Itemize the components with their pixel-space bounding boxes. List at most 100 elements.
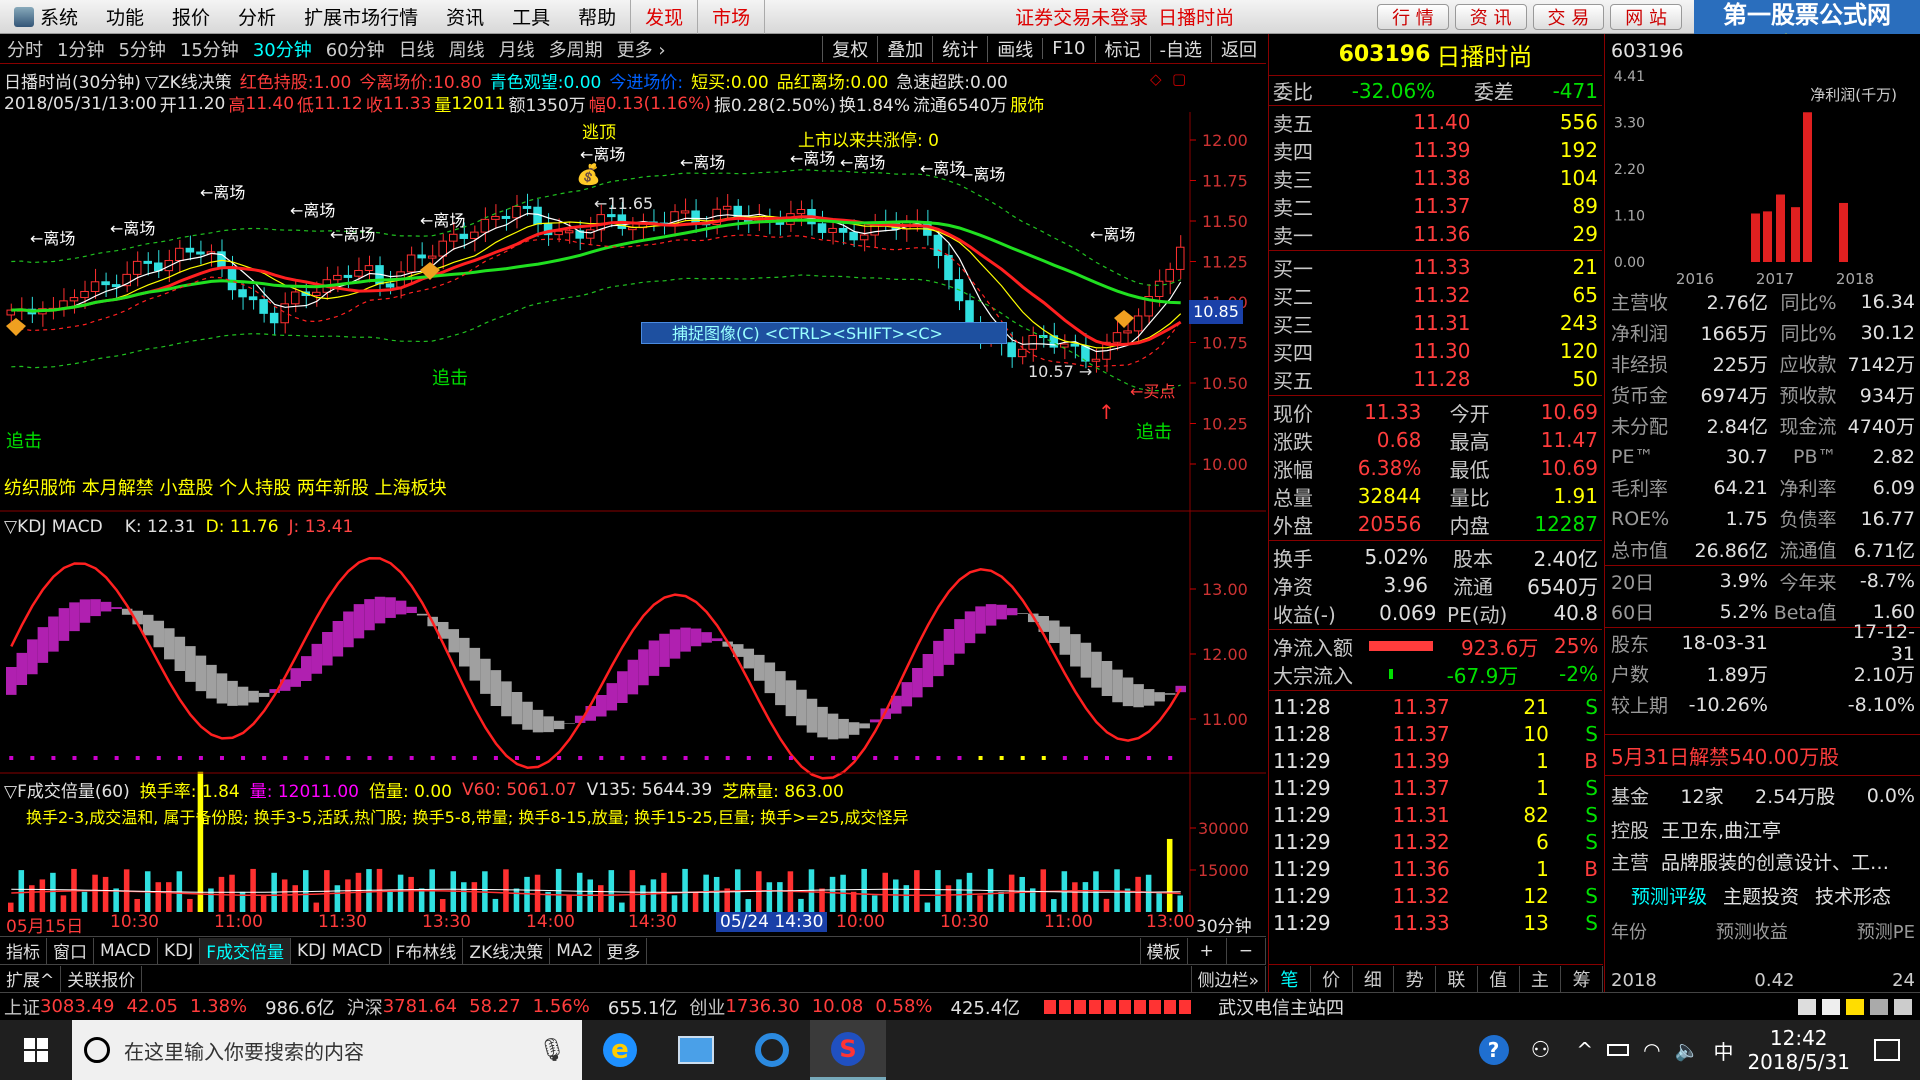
extend-toggle[interactable]: 扩展^: [0, 965, 62, 992]
menu-function[interactable]: 功能: [92, 0, 158, 34]
taskbar-ie[interactable]: e: [582, 1020, 658, 1080]
window-toggle-icon[interactable]: ▢: [1172, 70, 1186, 88]
menu-discover[interactable]: 发现: [630, 0, 697, 34]
tool-overlay[interactable]: 叠加: [877, 35, 932, 62]
microphone-icon[interactable]: 🎙: [538, 1038, 566, 1063]
top-btn-news[interactable]: 资 讯: [1454, 3, 1527, 30]
tool-fuquan[interactable]: 复权: [822, 35, 877, 62]
kdj-title[interactable]: ▽KDJ MACD: [4, 517, 103, 537]
quote-tab[interactable]: 势: [1394, 965, 1436, 992]
tray-icon-5[interactable]: [1894, 998, 1912, 1015]
tick-list[interactable]: 11:28 11.37 21 S 11:28 11.37 10 S 11:29 11.39 1 B 11…: [1269, 691, 1602, 938]
tool-watchlist[interactable]: -自选: [1149, 35, 1212, 62]
tab-indicator[interactable]: 指标: [0, 937, 47, 964]
cy-index[interactable]: 1736.30: [725, 996, 799, 1017]
period-week[interactable]: 周线: [442, 36, 492, 62]
tool-stats[interactable]: 统计: [932, 35, 987, 62]
period-day[interactable]: 日线: [392, 36, 442, 62]
server-station[interactable]: 武汉电信主站四: [1218, 994, 1344, 1020]
unlock-notice[interactable]: 5月31日解禁540.00万股: [1605, 734, 1920, 776]
order-level-row[interactable]: 买一 11.33 21: [1269, 253, 1602, 281]
battery-icon[interactable]: [1607, 1044, 1630, 1056]
period-month[interactable]: 月线: [492, 36, 542, 62]
tray-icon-3[interactable]: [1846, 998, 1864, 1015]
quote-tab[interactable]: 细: [1353, 965, 1395, 992]
tray-icon-1[interactable]: [1798, 998, 1816, 1015]
quote-tab[interactable]: 价: [1311, 965, 1353, 992]
period-15min[interactable]: 15分钟: [173, 36, 246, 62]
taskbar-explorer[interactable]: [658, 1020, 734, 1080]
tab-macd[interactable]: MACD: [94, 937, 158, 964]
notification-icon[interactable]: [1874, 1039, 1900, 1061]
tab-ma2[interactable]: MA2: [550, 937, 601, 964]
order-level-row[interactable]: 买二 11.32 65: [1269, 281, 1602, 309]
period-5min[interactable]: 5分钟: [111, 36, 172, 62]
quote-tab[interactable]: 联: [1436, 965, 1478, 992]
tab-f-volume[interactable]: F成交倍量: [200, 937, 292, 964]
order-level-row[interactable]: 卖三 11.38 104: [1269, 164, 1602, 192]
diamond-icon[interactable]: ◇: [1150, 70, 1162, 88]
flow-row[interactable]: 净流入额 923.6万 25%: [1269, 632, 1602, 660]
taskbar-clock[interactable]: 12:42 2018/5/31: [1747, 1026, 1850, 1074]
quote-tab[interactable]: 主: [1520, 965, 1562, 992]
sh-index[interactable]: 3083.49: [40, 996, 114, 1017]
tool-mark[interactable]: 标记: [1094, 35, 1150, 62]
taskbar-search[interactable]: 在这里输入你要搜索的内容 🎙: [72, 1020, 582, 1080]
start-button[interactable]: [0, 1020, 72, 1080]
tray-chevron-icon[interactable]: ^: [1576, 1038, 1593, 1062]
tool-f10[interactable]: F10: [1042, 38, 1094, 59]
top-btn-trade[interactable]: 交 易: [1532, 3, 1605, 30]
tab-kdj-macd[interactable]: KDJ MACD: [291, 937, 390, 964]
menu-tools[interactable]: 工具: [498, 0, 564, 34]
tray-icon-4[interactable]: [1870, 998, 1888, 1015]
zoom-in-button[interactable]: +: [1188, 937, 1227, 964]
tab-kdj[interactable]: KDJ: [158, 937, 201, 964]
quote-tab[interactable]: 笔: [1269, 965, 1311, 992]
chart-indicator-name[interactable]: ▽ZK线决策: [145, 68, 232, 93]
period-more[interactable]: 更多 ›: [610, 36, 673, 62]
menu-market[interactable]: 市场: [697, 0, 766, 34]
period-multi[interactable]: 多周期: [542, 36, 610, 62]
period-fenshi[interactable]: 分时: [0, 36, 50, 62]
volume-title[interactable]: ▽F成交倍量(60): [4, 777, 130, 802]
taskbar-stock-app[interactable]: S: [810, 1020, 886, 1080]
period-30min[interactable]: 30分钟: [246, 36, 319, 62]
volume-icon[interactable]: 🔈: [1675, 1038, 1700, 1062]
order-level-row[interactable]: 买四 11.30 120: [1269, 337, 1602, 365]
order-level-row[interactable]: 买三 11.31 243: [1269, 309, 1602, 337]
hs-index[interactable]: 3781.64: [383, 996, 457, 1017]
order-level-row[interactable]: 卖二 11.37 89: [1269, 192, 1602, 220]
sidebar-toggle[interactable]: 侧边栏»: [1190, 965, 1266, 992]
people-icon[interactable]: ⚇: [1531, 1038, 1551, 1063]
order-level-row[interactable]: 买五 11.28 50: [1269, 365, 1602, 393]
menu-system[interactable]: 系统: [0, 0, 92, 34]
quote-tab[interactable]: 值: [1478, 965, 1520, 992]
order-level-row[interactable]: 卖一 11.36 29: [1269, 220, 1602, 248]
link-forecast-rating[interactable]: 预测评级: [1631, 882, 1707, 909]
menu-analysis[interactable]: 分析: [224, 0, 290, 34]
menu-quote[interactable]: 报价: [158, 0, 224, 34]
wifi-icon[interactable]: ◠: [1643, 1038, 1660, 1062]
template-button[interactable]: 模板: [1139, 937, 1188, 964]
top-btn-quote[interactable]: 行 情: [1377, 3, 1449, 30]
tab-window[interactable]: 窗口: [47, 937, 94, 964]
related-quotes-tab[interactable]: 关联报价: [61, 965, 143, 992]
menu-ext-market[interactable]: 扩展市场行情: [290, 0, 432, 34]
top-btn-web[interactable]: 网 站: [1610, 3, 1682, 30]
menu-help[interactable]: 帮助: [564, 0, 630, 34]
tray-icon-2[interactable]: [1822, 998, 1840, 1015]
tab-f-boll[interactable]: F布林线: [390, 937, 464, 964]
order-level-row[interactable]: 卖五 11.40 556: [1269, 108, 1602, 136]
order-level-row[interactable]: 卖四 11.39 192: [1269, 136, 1602, 164]
capture-image-tooltip[interactable]: 捕捉图像(C) <CTRL><SHIFT><C>: [641, 322, 1007, 344]
zoom-out-button[interactable]: −: [1227, 937, 1266, 964]
menu-news[interactable]: 资讯: [432, 0, 498, 34]
flow-row[interactable]: 大宗流入 -67.9万 -2%: [1269, 660, 1602, 688]
tab-zk-decision[interactable]: ZK线决策: [463, 937, 551, 964]
tool-draw[interactable]: 画线: [987, 35, 1042, 62]
period-60min[interactable]: 60分钟: [319, 36, 392, 62]
period-1min[interactable]: 1分钟: [50, 36, 111, 62]
taskbar-browser[interactable]: [734, 1020, 810, 1080]
help-icon[interactable]: ?: [1478, 1035, 1509, 1065]
quote-tab[interactable]: 筹: [1561, 965, 1603, 992]
